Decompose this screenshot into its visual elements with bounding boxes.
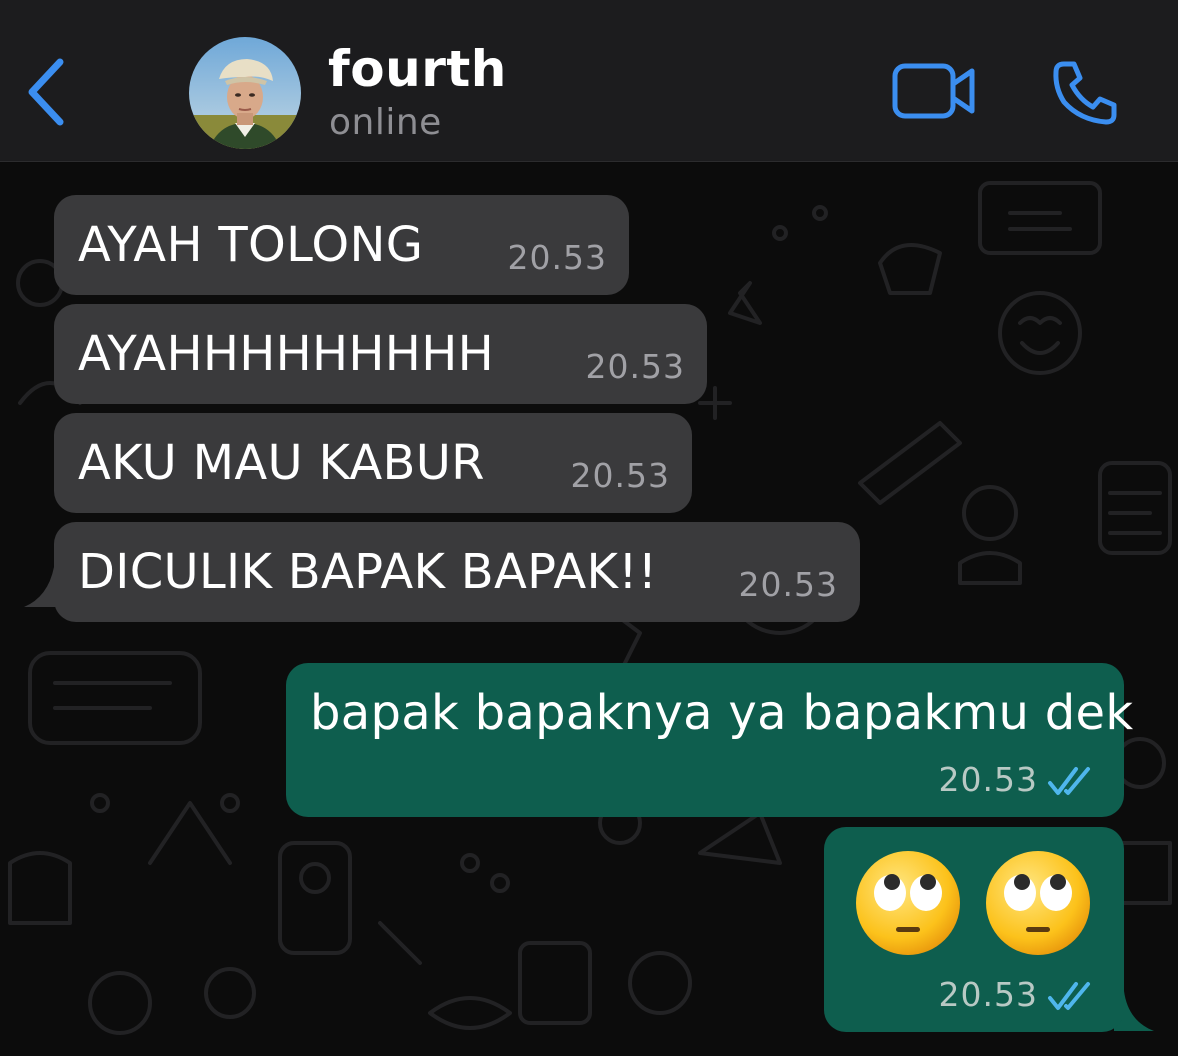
- read-receipt-icon: [1048, 982, 1090, 1010]
- message-time: 20.53: [938, 975, 1038, 1014]
- read-receipt-icon: [1048, 767, 1090, 795]
- message-time: 20.53: [938, 760, 1038, 799]
- video-call-button[interactable]: [890, 60, 978, 122]
- message-text: DICULIK BAPAK BAPAK!!: [78, 544, 658, 600]
- contact-avatar[interactable]: [189, 37, 301, 149]
- contact-name[interactable]: fourth: [328, 40, 507, 98]
- message-bubble-outgoing[interactable]: bapak bapaknya ya bapakmu dek 20.53: [286, 663, 1133, 817]
- chat-screen: fourth online AYAH TOLONG 20.53 AYAHHHHH…: [0, 0, 1178, 1056]
- chevron-left-icon: [28, 58, 64, 126]
- message-bubble-incoming[interactable]: AKU MAU KABUR 20.53: [54, 413, 692, 513]
- message-bubble-outgoing[interactable]: 🙄 🙄 20.53: [824, 827, 1124, 1032]
- message-bubble-incoming[interactable]: AYAHHHHHHHHH 20.53: [54, 304, 707, 404]
- face-with-rolling-eyes-emoji: [986, 851, 1090, 955]
- message-text: bapak bapaknya ya bapakmu dek: [310, 685, 1134, 741]
- message-time: 20.53: [507, 238, 607, 277]
- message-text: AYAH TOLONG: [78, 217, 424, 273]
- avatar-photo: [189, 37, 301, 149]
- chat-header: fourth online: [0, 0, 1178, 162]
- message-list[interactable]: AYAH TOLONG 20.53 AYAHHHHHHHHH 20.53 AKU…: [0, 163, 1178, 1056]
- contact-status: online: [329, 102, 442, 143]
- voice-call-button[interactable]: [1050, 58, 1120, 128]
- video-camera-icon: [892, 63, 975, 119]
- message-bubble-incoming[interactable]: AYAH TOLONG 20.53: [54, 195, 629, 295]
- message-text: AYAHHHHHHHHH: [78, 326, 494, 382]
- face-with-rolling-eyes-emoji: [856, 851, 960, 955]
- message-time: 20.53: [570, 456, 670, 495]
- message-time: 20.53: [738, 565, 838, 604]
- phone-icon: [1053, 61, 1117, 125]
- message-time: 20.53: [585, 347, 685, 386]
- message-text: AKU MAU KABUR: [78, 435, 485, 491]
- message-bubble-incoming[interactable]: DICULIK BAPAK BAPAK!! 20.53: [54, 522, 860, 622]
- back-button[interactable]: [22, 52, 74, 132]
